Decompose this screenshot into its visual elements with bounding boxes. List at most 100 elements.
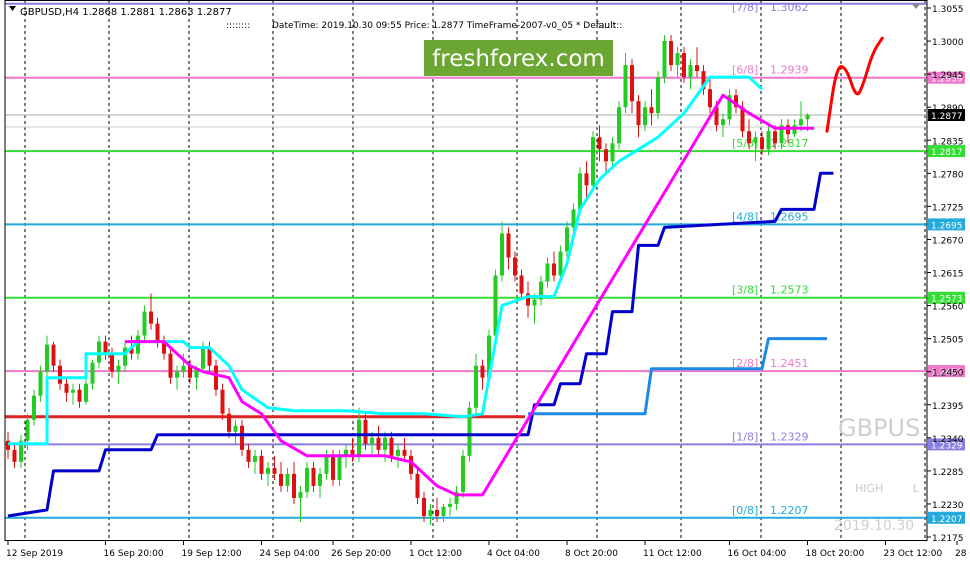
murrey-level-value: 1.2207: [770, 504, 809, 517]
candle-body: [565, 227, 569, 252]
candle-body: [578, 173, 582, 210]
candle-body: [597, 137, 602, 150]
candle-body: [64, 383, 69, 393]
candle-body: [123, 347, 127, 366]
candle-body: [786, 125, 790, 135]
candle-body: [584, 173, 589, 186]
y-tick-label: 1.2615: [932, 270, 964, 280]
candle-body: [805, 115, 810, 120]
candle-body: [389, 437, 394, 456]
candle-body: [630, 65, 634, 102]
candle-body: [214, 365, 218, 390]
candle-body: [149, 311, 153, 324]
candle-body: [623, 65, 628, 108]
price-tag-text: 1.2207: [931, 515, 963, 525]
candle-body: [272, 467, 277, 474]
indicator-trailing-dots: ::::::::: [598, 21, 622, 31]
candle-body: [792, 125, 797, 135]
indicator-info-text: DateTime: 2019.10.30 09:55 Price: 1.2877…: [272, 21, 617, 31]
watermark-fragment: L: [913, 482, 920, 495]
y-tick-label: 1.2395: [932, 402, 964, 412]
brand-watermark: freshforex.com: [424, 40, 613, 76]
candle-body: [253, 455, 257, 462]
candle-body: [656, 77, 660, 114]
candle-body: [682, 53, 686, 78]
x-tick-label: 1 Oct 12:00: [409, 549, 462, 559]
candle-body: [110, 353, 114, 372]
y-tick-label: 1.2725: [932, 203, 964, 213]
candle-body: [246, 449, 251, 462]
candle-body: [363, 419, 368, 444]
x-tick-label: 16 Sep 20:00: [104, 549, 164, 559]
y-tick-label: 1.2560: [932, 303, 964, 313]
candle-body: [279, 473, 283, 486]
y-tick-label: 1.2670: [932, 236, 964, 246]
candle-body: [318, 473, 322, 486]
candle-body: [591, 137, 595, 186]
candle-body: [662, 41, 667, 78]
candle-body: [240, 425, 244, 450]
price-tag-text: 1.2695: [931, 221, 963, 231]
candle-body: [636, 101, 641, 126]
y-tick-label: 1.2340: [932, 435, 964, 445]
x-tick-label: 18 Oct 20:00: [806, 549, 865, 559]
high-watermark: HIGH: [855, 482, 883, 495]
candle-body: [331, 455, 335, 480]
candle-body: [766, 131, 771, 150]
candle-body: [649, 107, 654, 114]
candle-body: [25, 419, 30, 441]
symbol-ohlc-text: GBPUSD,H4 1.2868 1.2881 1.2863 1.2877: [20, 7, 232, 18]
candle-body: [532, 299, 537, 306]
x-tick-label: 12 Sep 2019: [6, 549, 63, 559]
candle-body: [428, 509, 433, 516]
candle-body: [721, 119, 725, 126]
candle-body: [396, 449, 400, 456]
candle-body: [311, 467, 316, 486]
candle-body: [422, 497, 426, 516]
x-tick-label: 28 Oct 04:00: [955, 549, 970, 559]
candle-body: [643, 107, 647, 126]
candle: [591, 131, 595, 192]
candle-body: [604, 149, 608, 162]
candle-body: [116, 365, 121, 372]
chart-background: [0, 0, 970, 565]
symbol-header: GBPUSD,H4 1.2868 1.2881 1.2863 1.2877: [9, 6, 232, 18]
candle: [461, 449, 465, 498]
x-tick-label: 23 Oct 12:00: [884, 549, 943, 559]
candle-body: [181, 365, 186, 372]
candle-body: [558, 251, 563, 276]
candle-body: [669, 41, 673, 66]
candle-body: [6, 440, 10, 450]
candle-body: [376, 437, 381, 450]
candle-body: [480, 365, 485, 378]
price-chart[interactable]: [7/8] 1.3062[6/8] 1.2939[5/8] 1.2817[4/8] 1.…: [0, 0, 970, 565]
candle-body: [292, 473, 296, 498]
candle-body: [545, 263, 550, 282]
last-price-text: 1.2877: [931, 112, 963, 122]
x-tick-label: 11 Oct 12:00: [643, 549, 702, 559]
candle-body: [324, 455, 329, 474]
murrey-level-name: [1/8]: [732, 430, 758, 443]
candle-body: [266, 467, 270, 474]
y-tick-label: 1.2285: [932, 468, 964, 478]
x-tick-label: 19 Sep 12:00: [182, 549, 242, 559]
candle-body: [461, 455, 465, 492]
candle-body: [298, 491, 303, 498]
murrey-level-value: 1.3062: [770, 1, 809, 14]
candle-body: [695, 65, 699, 72]
candle-body: [773, 131, 777, 144]
brand-text: freshforex.com: [432, 46, 605, 72]
candle-body: [305, 467, 309, 492]
candle-body: [708, 89, 712, 108]
candle-body: [610, 143, 615, 162]
candle: [467, 401, 472, 462]
candle-body: [448, 503, 452, 507]
x-tick-label: 8 Oct 20:00: [565, 549, 618, 559]
candle-body: [84, 383, 88, 402]
candle-body: [168, 353, 173, 378]
price-tag-text: 1.2817: [931, 148, 963, 158]
candle-body: [220, 389, 225, 414]
candle: [662, 35, 667, 84]
candle-body: [519, 275, 524, 294]
y-tick-label: 1.2450: [932, 369, 964, 379]
